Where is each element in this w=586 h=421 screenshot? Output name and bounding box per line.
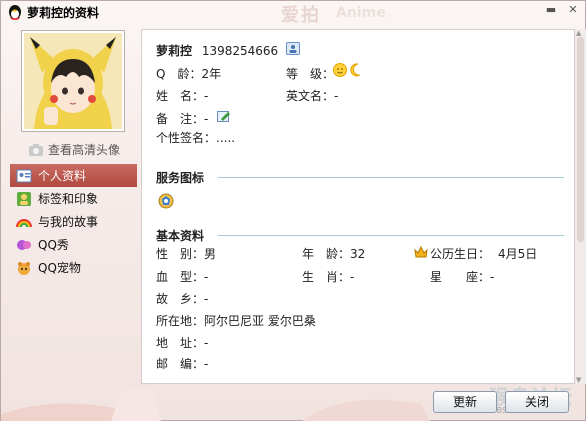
scroll-down-icon[interactable]: ▼ — [576, 376, 581, 384]
postcode-label: 邮 编： — [156, 357, 205, 371]
tag-icon — [17, 191, 31, 206]
remark-label: 备 注： — [156, 112, 205, 126]
section-divider — [218, 177, 564, 178]
name-value: - — [204, 89, 209, 103]
scroll-up-icon[interactable]: ▲ — [576, 29, 581, 37]
gender-value: 男 — [204, 247, 217, 261]
zodiac-label: 生 肖： — [302, 270, 351, 284]
profile-window: 萝莉控的资料 爱拍 Anime ▬ ✕ 查看高清头像 个人资料 标签和印象 与我… — [0, 0, 586, 421]
sun-level-icon — [333, 63, 347, 77]
zodiac-value: - — [350, 270, 355, 284]
scrollbar-thumb[interactable] — [577, 37, 584, 242]
blood-type-label: 血 型： — [156, 270, 205, 284]
qage-value: 2年 — [201, 67, 222, 81]
address-value: - — [204, 336, 209, 350]
edit-remark-icon[interactable] — [217, 110, 231, 123]
constellation-value: - — [490, 270, 495, 284]
postcode-value: - — [204, 357, 209, 371]
sidebar-item-label: 个人资料 — [38, 169, 87, 183]
birthday-value: 4月5日 — [498, 247, 538, 261]
title-watermark-2: Anime — [336, 5, 386, 21]
sidebar-item-qqshow[interactable]: QQ秀 — [10, 233, 137, 256]
sidebar-item-personal-info[interactable]: 个人资料 — [10, 164, 137, 187]
close-icon[interactable]: ✕ — [564, 2, 582, 18]
service-icons-title: 服务图标 — [156, 171, 205, 185]
section-divider — [218, 235, 564, 236]
address-row: 地 址：- — [156, 334, 208, 351]
background-art — [1, 388, 431, 421]
english-name-row: 英文名：- — [286, 87, 338, 104]
rainbow-icon — [16, 218, 32, 227]
signature-label: 个性签名： — [156, 131, 217, 145]
moon-level-icon — [350, 63, 361, 77]
postcode-row: 邮 编：- — [156, 355, 208, 372]
birthday-row: 公历生日： 4月5日 — [430, 245, 537, 262]
profile-panel: 萝莉控 1398254666 Q 龄：2年 等 级： 姓 名：- 英文名：- 备… — [141, 29, 575, 384]
remark-row: 备 注：- — [156, 110, 208, 127]
sidebar-item-qqpet[interactable]: QQ宠物 — [10, 256, 137, 279]
qq-penguin-icon — [9, 5, 21, 20]
constellation-label: 星 座： — [430, 270, 491, 284]
update-button[interactable]: 更新 — [433, 391, 497, 413]
title-bar[interactable]: 萝莉控的资料 爱拍 Anime ▬ ✕ — [1, 1, 585, 26]
basic-info-title: 基本资料 — [156, 229, 205, 243]
sidebar-nav: 个人资料 标签和印象 与我的故事 QQ秀 QQ宠物 — [10, 164, 137, 279]
crown-icon — [414, 246, 428, 258]
location-label: 所在地： — [156, 314, 205, 328]
avatar-image — [24, 33, 122, 129]
pet-icon — [18, 261, 30, 275]
age-value: 32 — [350, 247, 366, 261]
gender-label: 性 别： — [156, 247, 205, 261]
sidebar-item-label: 标签和印象 — [38, 192, 99, 206]
nickname-row: 萝莉控 1398254666 — [156, 42, 278, 59]
location-value: 阿尔巴尼亚 爱尔巴桑 — [204, 314, 316, 328]
window-title: 萝莉控的资料 — [27, 6, 100, 20]
name-label: 姓 名： — [156, 89, 205, 103]
qqshow-icon — [17, 239, 31, 250]
camera-icon — [29, 143, 43, 156]
hometown-value: - — [204, 292, 209, 306]
hometown-label: 故 乡： — [156, 292, 205, 306]
sidebar-item-story[interactable]: 与我的故事 — [10, 210, 137, 233]
zodiac-row: 生 肖：- — [302, 268, 354, 285]
gender-row: 性 别：男 — [156, 245, 216, 262]
signature-row: 个性签名：..... — [156, 129, 235, 146]
minimize-button[interactable]: ▬ — [542, 2, 560, 18]
service-badge-icon[interactable] — [158, 193, 174, 209]
sidebar-item-label: QQ宠物 — [38, 261, 81, 275]
qq-number: 1398254666 — [201, 44, 279, 58]
blood-type-row: 血 型：- — [156, 268, 208, 285]
sidebar-item-label: 与我的故事 — [38, 215, 99, 229]
profile-card-icon — [16, 169, 32, 182]
level-row: 等 级： — [286, 65, 334, 82]
hometown-row: 故 乡：- — [156, 290, 208, 307]
signature-value: ..... — [216, 131, 236, 145]
birthday-label: 公历生日： — [430, 247, 491, 261]
close-button[interactable]: 关闭 — [505, 391, 569, 413]
view-hd-avatar-label: 查看高清头像 — [48, 143, 121, 157]
location-row: 所在地：阿尔巴尼亚 爱尔巴桑 — [156, 312, 316, 329]
view-hd-avatar-link[interactable]: 查看高清头像 — [28, 141, 120, 158]
blood-type-value: - — [204, 270, 209, 284]
english-name-value: - — [334, 89, 339, 103]
age-label: 年 龄： — [302, 247, 351, 261]
english-name-label: 英文名： — [286, 89, 335, 103]
contact-card-icon[interactable] — [286, 42, 300, 55]
qage-row: Q 龄：2年 — [156, 65, 221, 82]
age-row: 年 龄：32 — [302, 245, 365, 262]
name-row: 姓 名：- — [156, 87, 208, 104]
sidebar-item-tags[interactable]: 标签和印象 — [10, 187, 137, 210]
address-label: 地 址： — [156, 336, 205, 350]
level-badges[interactable] — [332, 62, 364, 78]
title-watermark: 爱拍 — [281, 5, 321, 26]
level-label: 等 级： — [286, 67, 335, 81]
qage-label: Q 龄： — [156, 67, 202, 81]
vertical-scrollbar[interactable]: ▲ ▼ — [575, 29, 586, 384]
avatar[interactable] — [21, 30, 125, 132]
remark-value: - — [204, 112, 209, 126]
constellation-row: 星 座：- — [430, 268, 494, 285]
sidebar-item-label: QQ秀 — [38, 238, 69, 252]
nickname: 萝莉控 — [156, 44, 193, 58]
